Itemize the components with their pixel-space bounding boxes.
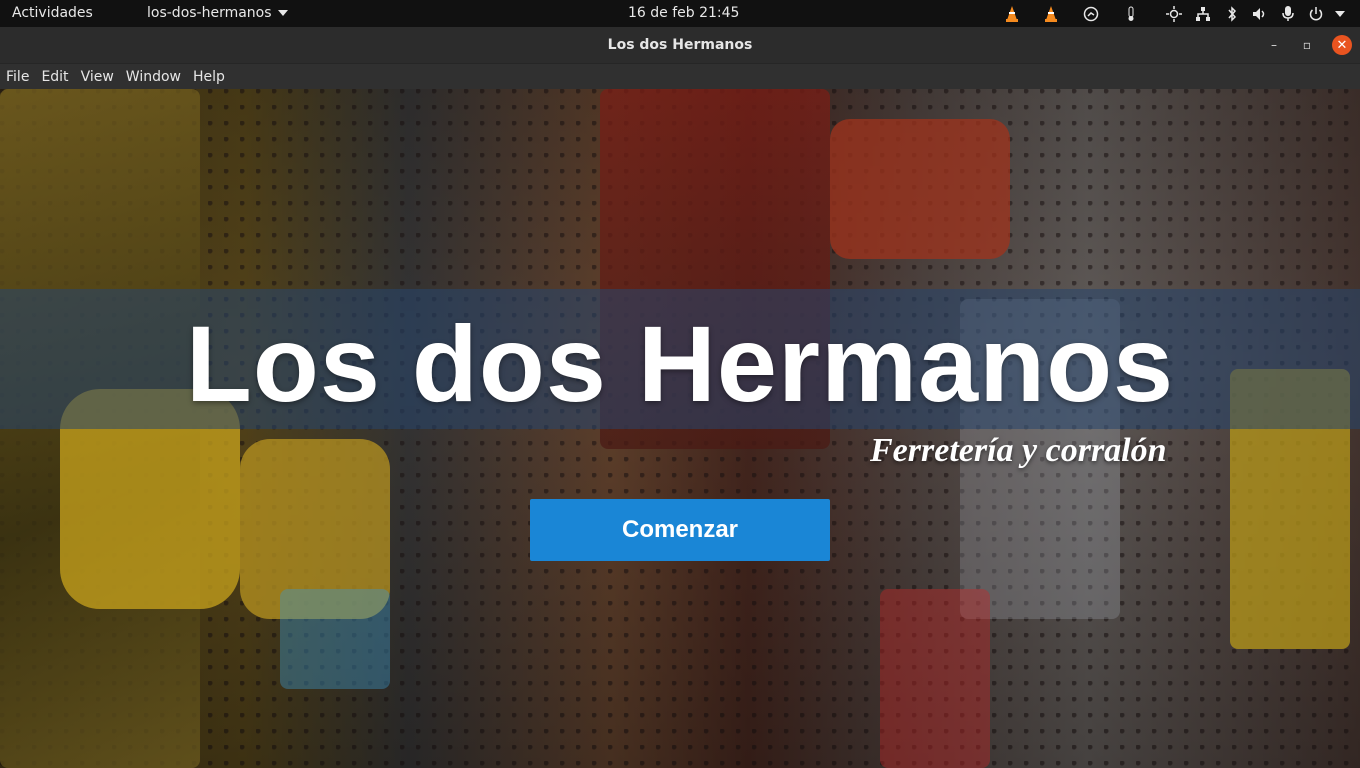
menu-bar: File Edit View Window Help: [0, 63, 1360, 89]
network-icon[interactable]: [1081, 4, 1101, 24]
hero-section: Los dos Hermanos Ferretería y corralón C…: [0, 89, 1360, 768]
volume-icon[interactable]: [1250, 4, 1270, 24]
menu-view[interactable]: View: [75, 69, 120, 85]
chevron-down-icon: [277, 10, 288, 16]
vlc-icon[interactable]: [1002, 4, 1022, 24]
activities-button[interactable]: Actividades: [12, 5, 93, 21]
close-button[interactable]: ✕: [1332, 35, 1352, 55]
clock[interactable]: 16 de feb 21:45: [628, 5, 739, 21]
start-button[interactable]: Comenzar: [530, 499, 830, 561]
maximize-button[interactable]: ▫: [1297, 35, 1317, 55]
vlc-icon[interactable]: [1041, 4, 1061, 24]
microphone-icon[interactable]: [1278, 4, 1298, 24]
page-subtitle: Ferretería y corralón: [870, 432, 1167, 469]
app-menu[interactable]: los-dos-hermanos: [147, 5, 288, 21]
system-tray[interactable]: [1002, 3, 1350, 24]
power-icon[interactable]: [1306, 4, 1326, 24]
window-title: Los dos Hermanos: [607, 37, 753, 53]
chevron-down-icon[interactable]: [1330, 4, 1350, 24]
menu-edit[interactable]: Edit: [35, 69, 74, 85]
menu-file[interactable]: File: [0, 69, 35, 85]
menu-window[interactable]: Window: [120, 69, 187, 85]
wired-network-icon[interactable]: [1193, 4, 1213, 24]
minimize-button[interactable]: –: [1264, 35, 1284, 55]
red-saw-shape: [830, 119, 1010, 259]
brightness-icon[interactable]: [1164, 4, 1184, 24]
package-shape: [880, 589, 990, 768]
menu-help[interactable]: Help: [187, 69, 231, 85]
system-top-bar: Actividades los-dos-hermanos 16 de feb 2…: [0, 0, 1360, 27]
package-shape: [280, 589, 390, 689]
bluetooth-icon[interactable]: [1222, 4, 1242, 24]
page-title: Los dos Hermanos: [185, 303, 1175, 424]
app-menu-label: los-dos-hermanos: [147, 5, 272, 21]
temperature-icon[interactable]: [1121, 4, 1141, 24]
window-title-bar[interactable]: Los dos Hermanos – ▫ ✕: [0, 27, 1360, 63]
